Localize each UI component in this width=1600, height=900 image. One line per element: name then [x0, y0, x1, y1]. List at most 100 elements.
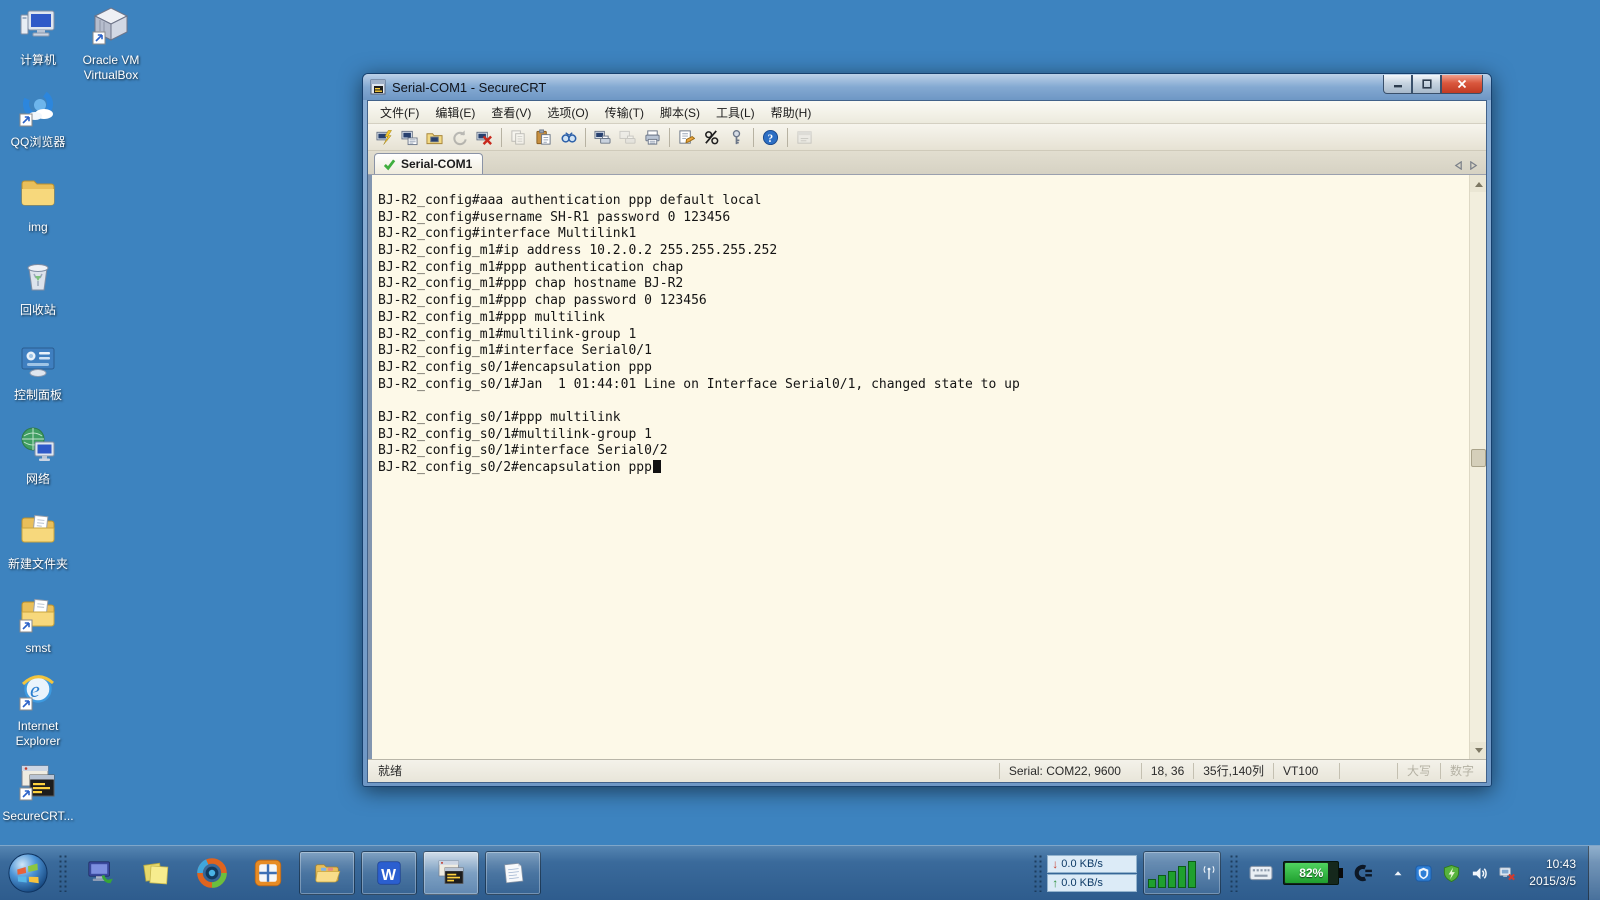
- desktop-icon-internet-explorer[interactable]: eInternet Explorer: [0, 672, 76, 749]
- desktop: { "desktop": { "icons": [ { "id": "compu…: [0, 0, 1600, 900]
- explorer-icon: [312, 858, 342, 888]
- tab-serial-com1[interactable]: Serial-COM1: [374, 153, 483, 174]
- terminal-scrollbar[interactable]: [1469, 175, 1486, 759]
- terminal-output: BJ-R2_config#aaa authentication ppp defa…: [378, 193, 1464, 759]
- battery-nub: [1339, 868, 1343, 878]
- status-ready: 就绪: [368, 763, 999, 779]
- network-speed-widget[interactable]: ↓ 0.0 KB/s ↑ 0.0 KB/s: [1047, 855, 1137, 892]
- terminal-line: BJ-R2_config#aaa authentication ppp defa…: [378, 193, 1464, 210]
- menu-item-options[interactable]: 选项(O): [539, 102, 596, 123]
- taskbar-pinned-remote-desktop[interactable]: [78, 851, 122, 895]
- taskbar-pinned-vmware[interactable]: [246, 851, 290, 895]
- desktop-icon-img-folder[interactable]: img: [0, 173, 76, 235]
- menu-item-transfer[interactable]: 传输(T): [597, 102, 652, 123]
- tray-antivirus-app[interactable]: [1442, 864, 1461, 883]
- clock-time: 10:43: [1529, 856, 1576, 873]
- toolbar-copy-button: [506, 126, 531, 149]
- svg-text:W: W: [381, 867, 396, 884]
- desktop-icon-securecrt[interactable]: SecureCRT...: [0, 762, 76, 824]
- computer-icon: [18, 6, 58, 46]
- signal-bars-icon: [1148, 861, 1196, 888]
- taskbar-clock[interactable]: 10:43 2015/3/5: [1529, 856, 1576, 891]
- app-window-icon: [796, 129, 813, 146]
- tray-drag-handle-2[interactable]: [1229, 854, 1239, 892]
- toolbar-print-button[interactable]: [640, 126, 665, 149]
- desktop-icon-label: img: [0, 220, 76, 235]
- close-button[interactable]: [1441, 75, 1483, 94]
- connect-in-tab-icon: [426, 129, 443, 146]
- battery-percent: 82%: [1299, 866, 1323, 880]
- taskbar-pinned-media-app[interactable]: [190, 851, 234, 895]
- global-options-icon: [703, 129, 720, 146]
- taskbar-drag-handle[interactable]: [58, 854, 68, 892]
- tray-security-app[interactable]: [1414, 864, 1433, 883]
- maximize-button[interactable]: [1412, 75, 1441, 94]
- folder-icon: [18, 173, 58, 213]
- menu-item-help[interactable]: 帮助(H): [763, 102, 820, 123]
- status-bar: 就绪 Serial: COM22, 9600 18, 36 35行,140列 V…: [368, 759, 1486, 782]
- menu-item-script[interactable]: 脚本(S): [652, 102, 708, 123]
- tray-drag-handle[interactable]: [1033, 854, 1043, 892]
- securecrt-shortcut-icon: [18, 762, 58, 802]
- connect-icon: [401, 129, 418, 146]
- tray-volume[interactable]: [1470, 864, 1489, 883]
- desktop-icon-label: QQ浏览器: [0, 135, 76, 150]
- desktop-icon-new-folder[interactable]: 新建文件夹: [0, 510, 76, 572]
- toolbar-paste-button[interactable]: [531, 126, 556, 149]
- tray-hidden-icons[interactable]: [1391, 866, 1405, 880]
- signal-strength-button[interactable]: [1143, 851, 1221, 895]
- toolbar-find-button[interactable]: [556, 126, 581, 149]
- desktop-icon-virtualbox[interactable]: Oracle VM VirtualBox: [64, 6, 158, 83]
- menu-item-view[interactable]: 查看(V): [483, 102, 539, 123]
- desktop-icon-qq-browser[interactable]: QQ浏览器: [0, 88, 76, 150]
- taskbar-app-notepad[interactable]: [485, 851, 541, 895]
- menu-item-tools[interactable]: 工具(L): [708, 102, 763, 123]
- battery-indicator[interactable]: 82%: [1283, 861, 1339, 885]
- taskbar-app-securecrt[interactable]: [423, 851, 479, 895]
- tab-scroll-left[interactable]: [1454, 161, 1463, 170]
- toolbar-connect-in-tab-button[interactable]: [422, 126, 447, 149]
- toolbar-connect-button[interactable]: [397, 126, 422, 149]
- desktop-icon-network[interactable]: 网络: [0, 425, 76, 487]
- toolbar-disconnect-button[interactable]: [472, 126, 497, 149]
- toolbar-session-options-button[interactable]: [674, 126, 699, 149]
- terminal-line: BJ-R2_config#username SH-R1 password 0 1…: [378, 210, 1464, 227]
- terminal-line: BJ-R2_config#interface Multilink1: [378, 226, 1464, 243]
- toolbar-global-options-button[interactable]: [699, 126, 724, 149]
- toolbar: ?: [368, 124, 1486, 151]
- taskbar-pinned-sticky-notes[interactable]: [134, 851, 178, 895]
- toolbar-print-screen-button[interactable]: [590, 126, 615, 149]
- tab-scroll-right[interactable]: [1469, 161, 1478, 170]
- scroll-down-button[interactable]: [1470, 742, 1486, 759]
- scrollbar-thumb[interactable]: [1471, 449, 1486, 467]
- toolbar-key-agent-button[interactable]: [724, 126, 749, 149]
- tab-connected-icon: [383, 158, 396, 171]
- terminal-line: BJ-R2_config_s0/1#ppp multilink: [378, 410, 1464, 427]
- toolbar-quick-connect-button[interactable]: [372, 126, 397, 149]
- show-desktop-button[interactable]: [1588, 846, 1600, 900]
- terminal-line: BJ-R2_config_m1#ppp authentication chap: [378, 260, 1464, 277]
- tray-network-status[interactable]: [1498, 864, 1517, 883]
- status-num-lock: 数字: [1440, 763, 1486, 779]
- menu-item-edit[interactable]: 编辑(E): [427, 102, 483, 123]
- minimize-button[interactable]: [1383, 75, 1412, 94]
- desktop-icon-control-panel[interactable]: 控制面板: [0, 341, 76, 403]
- input-method-indicator[interactable]: [1249, 865, 1273, 881]
- start-button[interactable]: [4, 849, 52, 897]
- menu-item-file[interactable]: 文件(F): [372, 102, 427, 123]
- terminal-area[interactable]: BJ-R2_config#aaa authentication ppp defa…: [368, 175, 1486, 759]
- toolbar-print-auto-button: [615, 126, 640, 149]
- scroll-up-button[interactable]: [1470, 175, 1486, 192]
- toolbar-reconnect-button: [447, 126, 472, 149]
- terminal-line: BJ-R2_config_m1#ppp chap hostname BJ-R2: [378, 276, 1464, 293]
- terminal-line: BJ-R2_config_s0/1#encapsulation ppp: [378, 360, 1464, 377]
- toolbar-help-button[interactable]: ?: [758, 126, 783, 149]
- window-titlebar[interactable]: Serial-COM1 - SecureCRT: [363, 74, 1491, 100]
- desktop-icon-label: 回收站: [0, 303, 76, 318]
- terminal-line: BJ-R2_config_m1#ip address 10.2.0.2 255.…: [378, 243, 1464, 260]
- taskbar-app-wps-writer[interactable]: W: [361, 851, 417, 895]
- taskbar-app-explorer[interactable]: [299, 851, 355, 895]
- desktop-icon-smst-folder[interactable]: smst: [0, 594, 76, 656]
- reconnect-icon: [451, 129, 468, 146]
- desktop-icon-recycle-bin[interactable]: 回收站: [0, 256, 76, 318]
